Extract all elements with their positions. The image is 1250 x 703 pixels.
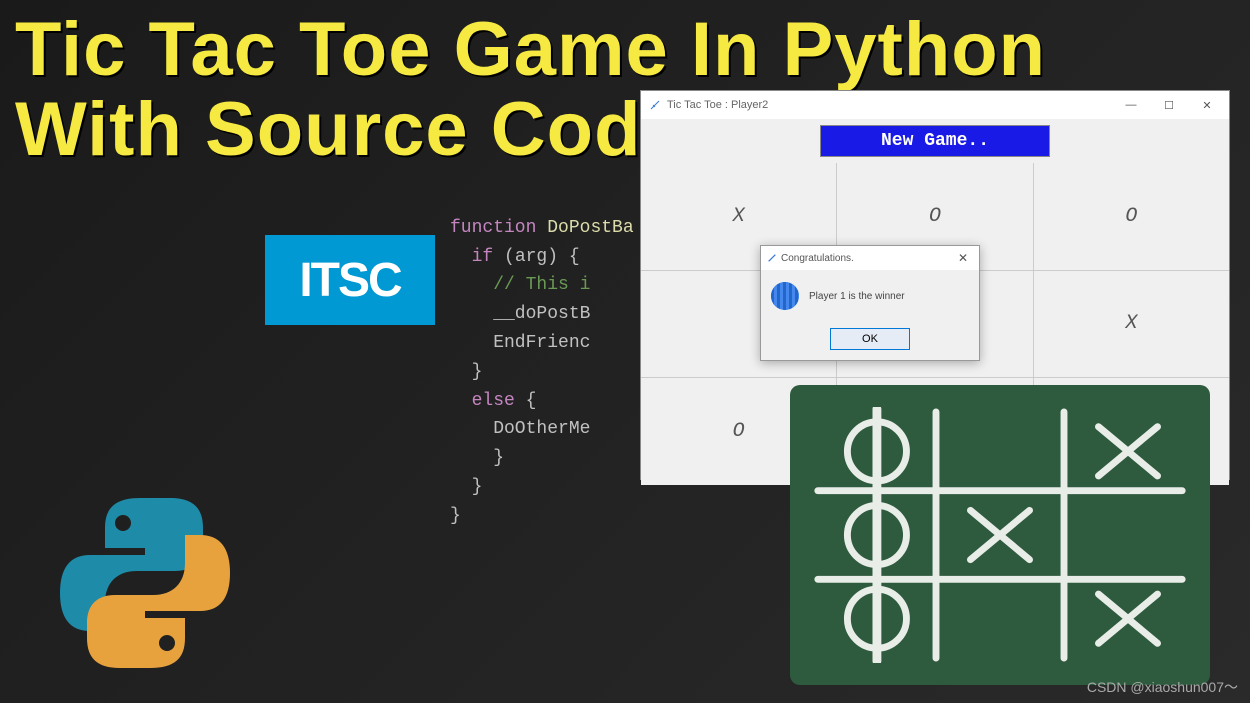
cell-2[interactable]: O: [1034, 163, 1229, 270]
dialog-close-button[interactable]: ✕: [953, 251, 973, 265]
dialog-app-icon: [767, 253, 777, 263]
maximize-button[interactable]: ☐: [1151, 93, 1187, 117]
dialog-titlebar: Congratulations. ✕: [761, 246, 979, 270]
app-icon: [649, 99, 661, 111]
dialog-body: Player 1 is the winner: [761, 270, 979, 322]
watermark: CSDN @xiaoshun007～: [1087, 677, 1238, 697]
title-line-1: Tic Tac Toe Game In Python: [15, 10, 1046, 90]
python-logo-icon: [45, 483, 245, 683]
cell-5[interactable]: X: [1034, 271, 1229, 378]
window-title: Tic Tac Toe : Player2: [667, 99, 768, 111]
chalkboard-illustration: [790, 385, 1210, 685]
dialog-title: Congratulations.: [781, 253, 854, 264]
dialog-message: Player 1 is the winner: [809, 291, 905, 302]
minimize-button[interactable]: —: [1113, 93, 1149, 117]
window-titlebar: Tic Tac Toe : Player2 — ☐ ✕: [641, 91, 1229, 119]
itsc-logo: ITSC: [265, 235, 435, 325]
ok-button[interactable]: OK: [830, 328, 910, 350]
congratulations-dialog: Congratulations. ✕ Player 1 is the winne…: [760, 245, 980, 361]
code-snippet: function DoPostBa if (arg) { // This i _…: [450, 185, 634, 531]
new-game-button[interactable]: New Game..: [820, 125, 1050, 157]
close-button[interactable]: ✕: [1189, 93, 1225, 117]
info-icon: [771, 282, 799, 310]
